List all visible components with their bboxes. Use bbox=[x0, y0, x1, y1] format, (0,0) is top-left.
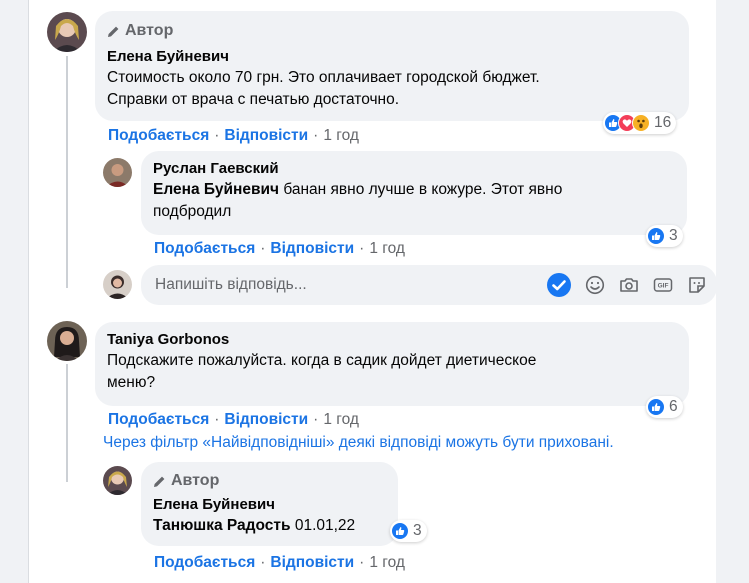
avatar[interactable] bbox=[47, 321, 87, 361]
author-badge-label: Автор bbox=[171, 472, 220, 489]
comment-text-line: Елена Буйневич банан явно лучше в кожуре… bbox=[153, 179, 675, 201]
author-badge: Автор bbox=[153, 471, 386, 491]
comment-timestamp[interactable]: 1 год bbox=[369, 554, 405, 572]
comment-timestamp[interactable]: 1 год bbox=[323, 411, 359, 429]
comment-text-line: Стоимость около 70 грн. Это оплачивает г… bbox=[107, 69, 540, 86]
comment-bubble: Taniya Gorbonos Подскажите пожалуйста. к… bbox=[95, 322, 689, 406]
reaction-count: 6 bbox=[669, 398, 678, 415]
reply-toolbar: GIF bbox=[547, 273, 707, 297]
comment-text-line: Танюшка Радость 01.01,22 bbox=[153, 515, 386, 537]
reply-button[interactable]: Відповісти bbox=[270, 554, 354, 572]
wow-reaction-icon bbox=[632, 114, 650, 132]
like-button[interactable]: Подобається bbox=[108, 127, 209, 145]
reply-input[interactable]: Напишіть відповідь... GIF bbox=[141, 265, 717, 305]
comment-actions: Подобається · Відповісти · 1 год bbox=[154, 554, 405, 572]
svg-text:GIF: GIF bbox=[658, 283, 669, 290]
user-avatar-icon bbox=[103, 466, 132, 495]
mention-link[interactable]: Елена Буйневич bbox=[153, 181, 279, 198]
comment-author-name[interactable]: Taniya Gorbonos bbox=[107, 330, 677, 350]
avatar[interactable] bbox=[103, 158, 132, 187]
filter-note-link[interactable]: Через фільтр «Найвідповідніші» деякі від… bbox=[103, 434, 614, 452]
comment-actions: Подобається · Відповісти · 1 год bbox=[108, 411, 359, 429]
reaction-count: 3 bbox=[669, 227, 678, 244]
verified-check-icon[interactable] bbox=[547, 273, 571, 297]
pencil-icon bbox=[154, 476, 165, 487]
comment-text: 01.01,22 bbox=[290, 517, 356, 534]
comment-author-name[interactable]: Руслан Гаевский bbox=[153, 159, 675, 179]
comment-text-line: подбродил bbox=[153, 203, 232, 220]
thread-line bbox=[66, 56, 68, 288]
emoji-icon[interactable] bbox=[585, 275, 605, 295]
like-reaction-icon bbox=[391, 522, 409, 540]
reaction-summary[interactable]: 6 bbox=[646, 396, 683, 418]
reply-button[interactable]: Відповісти bbox=[270, 240, 354, 258]
pencil-icon bbox=[108, 26, 119, 37]
like-button[interactable]: Подобається bbox=[108, 411, 209, 429]
avatar[interactable] bbox=[47, 12, 87, 52]
comment-bubble: Автор Елена Буйневич Танюшка Радость 01.… bbox=[141, 462, 398, 546]
comment-timestamp[interactable]: 1 год bbox=[369, 240, 405, 258]
mention-link[interactable]: Танюшка Радость bbox=[153, 517, 291, 534]
user-avatar-icon bbox=[47, 12, 87, 52]
comment-text-line: Справки от врача с печатью достаточно. bbox=[107, 91, 400, 108]
user-avatar-icon bbox=[103, 270, 132, 299]
like-reaction-icon bbox=[647, 227, 665, 245]
comment-text-line: Подскажите пожалуйста. когда в садик дой… bbox=[107, 352, 537, 369]
comment-timestamp[interactable]: 1 год bbox=[323, 127, 359, 145]
reaction-summary[interactable]: 3 bbox=[390, 520, 427, 542]
reply-placeholder: Напишіть відповідь... bbox=[155, 276, 307, 293]
comment-text-line: меню? bbox=[107, 374, 156, 391]
comment-bubble: Автор Елена Буйневич Стоимость около 70 … bbox=[95, 11, 689, 121]
camera-icon[interactable] bbox=[619, 275, 639, 295]
author-badge-label: Автор bbox=[125, 22, 174, 39]
comment-bubble: Руслан Гаевский Елена Буйневич банан явн… bbox=[141, 151, 687, 235]
comment-author-name[interactable]: Елена Буйневич bbox=[107, 47, 677, 67]
reaction-count: 3 bbox=[413, 522, 422, 539]
user-avatar-icon bbox=[103, 158, 132, 187]
comment-author-name[interactable]: Елена Буйневич bbox=[153, 495, 386, 515]
reply-button[interactable]: Відповісти bbox=[224, 411, 308, 429]
thread-line bbox=[66, 364, 68, 482]
avatar[interactable] bbox=[103, 466, 132, 495]
reaction-summary[interactable]: 3 bbox=[646, 225, 683, 247]
comment-actions: Подобається · Відповісти · 1 год bbox=[108, 127, 359, 145]
comment-actions: Подобається · Відповісти · 1 год bbox=[154, 240, 405, 258]
user-avatar-icon bbox=[47, 321, 87, 361]
avatar bbox=[103, 270, 132, 299]
author-badge: Автор bbox=[107, 21, 677, 41]
like-reaction-icon bbox=[647, 398, 665, 416]
gif-icon[interactable]: GIF bbox=[653, 275, 673, 295]
reaction-count: 16 bbox=[654, 114, 672, 131]
panel-border bbox=[28, 0, 29, 583]
reaction-summary[interactable]: 16 bbox=[603, 112, 677, 134]
like-button[interactable]: Подобається bbox=[154, 240, 255, 258]
like-button[interactable]: Подобається bbox=[154, 554, 255, 572]
sticker-icon[interactable] bbox=[687, 275, 707, 295]
comment-text: банан явно лучше в кожуре. Этот явно bbox=[279, 181, 563, 198]
reply-button[interactable]: Відповісти bbox=[224, 127, 308, 145]
